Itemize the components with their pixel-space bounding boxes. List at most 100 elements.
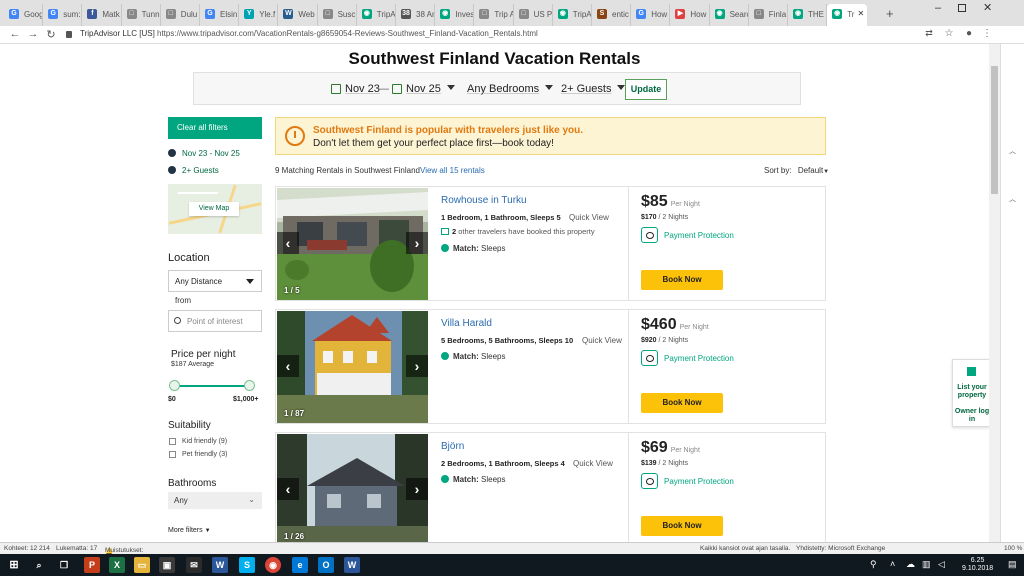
powerpoint-icon[interactable]: P [84,557,100,573]
active-filter-guests[interactable]: 2+ Guests [168,166,219,175]
photo-prev-icon[interactable]: ‹ [277,355,299,377]
browser-tab[interactable]: ◉ TripA [357,4,396,26]
minimize-window-button[interactable]: – [935,2,941,14]
back-icon[interactable]: ← [8,28,22,40]
edge-icon[interactable]: e [292,557,308,573]
payment-protection-link[interactable]: Payment Protection [664,354,734,363]
price-max-handle[interactable] [244,380,255,391]
onedrive-icon[interactable]: ☁ [906,559,915,570]
distance-select[interactable]: Any Distance [168,270,262,292]
listing-photo[interactable]: ‹ › 1 / 5 [277,188,428,300]
browser-tab[interactable]: 38 38 Ar [396,4,436,26]
chrome-icon[interactable]: ◉ [265,557,281,573]
reload-icon[interactable]: ↻ [44,28,58,41]
browser-tab[interactable]: G How [631,4,671,26]
browser-tab[interactable]: ◉ THE [788,4,828,26]
view-map-button[interactable]: View Map [189,202,239,216]
book-now-button[interactable]: Book Now [641,393,723,413]
list-property-link[interactable]: List your property [953,384,989,400]
url-input[interactable]: https://www.tripadvisor.com/VacationRent… [157,29,538,38]
remove-filter-icon[interactable] [168,166,176,174]
browser-tab[interactable]: ◉ Inves [435,4,475,26]
kid-friendly-checkbox[interactable] [169,438,176,445]
browser-tab[interactable]: □ Trip A [474,4,514,26]
chevron-up-icon[interactable]: ︿ [1009,146,1016,156]
scrollbar-thumb[interactable] [991,66,998,194]
view-all-link[interactable]: View all 15 rentals [420,166,485,175]
browser-tab[interactable]: □ Finla [749,4,788,26]
payment-protection-link[interactable]: Payment Protection [664,477,734,486]
skype-icon[interactable]: S [239,557,255,573]
listing-photo[interactable]: ‹ › 1 / 26 [277,434,428,542]
word-icon[interactable]: W [344,557,360,573]
tray-chevron-icon[interactable]: ˄ [890,559,895,569]
payment-protection-link[interactable]: Payment Protection [664,231,734,240]
more-filters-link[interactable]: More filters ▼ [168,527,211,534]
clear-filters-button[interactable]: Clear all filters [168,117,262,139]
price-min-handle[interactable] [169,380,180,391]
active-filter-dates[interactable]: Nov 23 - Nov 25 [168,149,240,158]
chevron-up-icon[interactable]: ︿ [1009,194,1016,204]
browser-tab[interactable]: G Goog [4,4,44,26]
price-slider[interactable] [169,380,255,391]
browser-tab[interactable]: G Elsin [200,4,240,26]
forward-icon[interactable]: → [26,28,40,40]
person-icon[interactable]: ⚲ [870,559,877,570]
photo-next-icon[interactable]: › [406,478,428,500]
task-view-icon[interactable]: ❐ [56,557,72,573]
network-icon[interactable]: ▥ [922,559,931,570]
bedrooms-dropdown[interactable]: Any Bedrooms [467,83,554,95]
book-now-button[interactable]: Book Now [641,270,723,290]
browser-tab[interactable]: ◉ TripA [553,4,592,26]
browser-tab[interactable]: ◉ Searc [710,4,749,26]
browser-tab[interactable]: □ US P [514,4,553,26]
excel-icon[interactable]: X [109,557,125,573]
new-tab-button[interactable]: + [886,6,894,21]
file-explorer-icon[interactable]: ▭ [134,557,150,573]
listing-title[interactable]: Björn [441,441,464,452]
word-icon[interactable]: W [212,557,228,573]
point-of-interest-input[interactable]: Point of interest [168,310,262,332]
browser-tab[interactable]: W Web [278,4,318,26]
map-thumbnail[interactable]: View Map [168,184,262,234]
notifications-icon[interactable]: ▤ [1008,559,1017,570]
translate-icon[interactable]: ⇄ [922,28,936,39]
guests-dropdown[interactable]: 2+ Guests [561,83,626,95]
browser-tab[interactable]: ◉ Tr ✕ [827,4,868,26]
browser-tab[interactable]: Sentic [592,4,632,26]
book-now-button[interactable]: Book Now [641,516,723,536]
checkin-date[interactable]: Nov 23 [345,83,380,95]
quick-view-link[interactable]: Quick View [569,213,609,222]
checkout-date[interactable]: Nov 25 [406,83,455,95]
remove-filter-icon[interactable] [168,149,176,157]
browser-tab[interactable]: Gsum: [43,4,83,26]
store-icon[interactable]: ▣ [159,557,175,573]
browser-tab[interactable]: Y Yle.f [239,4,279,26]
bookmark-star-icon[interactable]: ☆ [942,28,956,39]
listing-title[interactable]: Villa Harald [441,318,492,329]
list-property-widget[interactable]: List your property Owner log in [952,359,989,427]
owner-login-link[interactable]: Owner log in [953,408,989,424]
sort-control[interactable]: Sort by: Default▼ [764,166,829,175]
browser-tab[interactable]: □ Tunn [122,4,161,26]
outlook-icon[interactable]: O [318,557,334,573]
search-icon[interactable]: ⌕ [31,557,47,573]
pet-friendly-checkbox[interactable] [169,451,176,458]
listing-photo[interactable]: ‹ › 1 / 87 [277,311,428,423]
volume-icon[interactable]: ◁ [938,559,945,570]
photo-next-icon[interactable]: › [406,232,428,254]
photo-prev-icon[interactable]: ‹ [277,478,299,500]
quick-view-link[interactable]: Quick View [582,336,622,345]
bathrooms-select[interactable]: Any ⌄ [168,492,262,509]
profile-icon[interactable]: ● [962,28,976,39]
close-window-button[interactable]: ✕ [983,1,992,14]
quick-view-link[interactable]: Quick View [573,459,613,468]
photo-prev-icon[interactable]: ‹ [277,232,299,254]
photo-next-icon[interactable]: › [406,355,428,377]
browser-tab[interactable]: □ Dulu [161,4,200,26]
taskbar-clock[interactable]: 6.25 9.10.2018 [962,557,993,573]
close-tab-icon[interactable]: ✕ [857,9,864,18]
update-button[interactable]: Update [625,79,667,100]
listing-title[interactable]: Rowhouse in Turku [441,195,527,206]
menu-icon[interactable]: ⋮ [980,28,994,39]
